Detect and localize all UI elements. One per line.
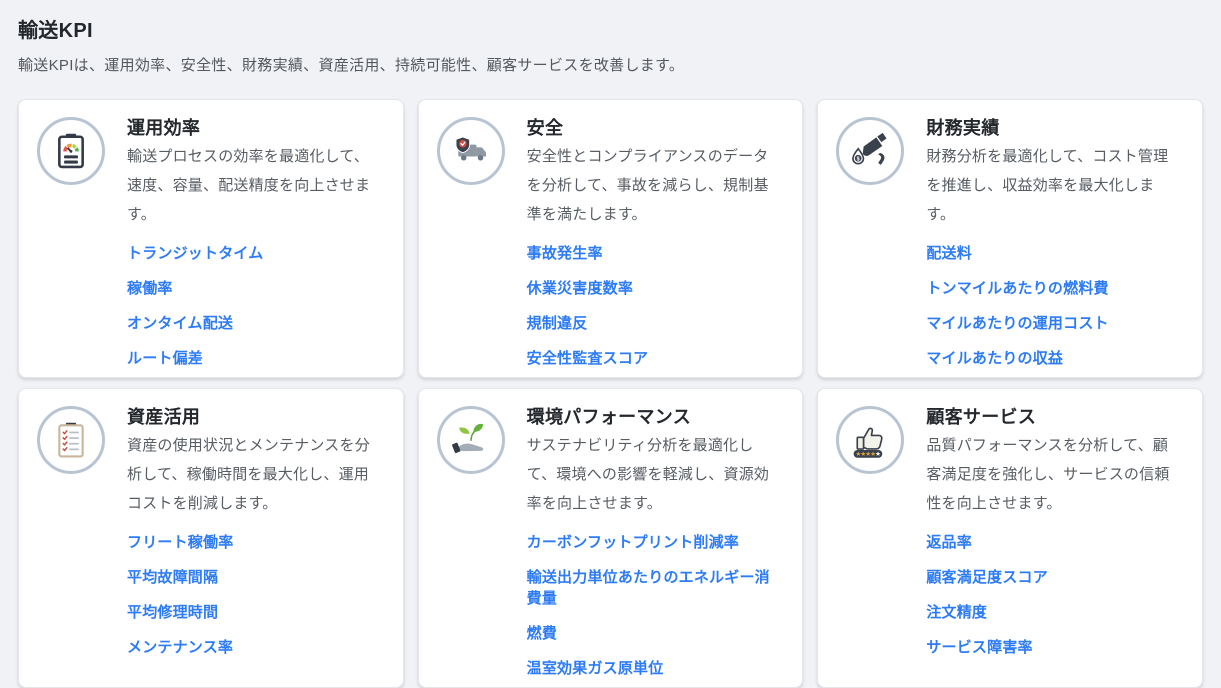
- kpi-link-utilization-rate[interactable]: 稼働率: [127, 278, 381, 299]
- kpi-link-accident-rate[interactable]: 事故発生率: [527, 243, 781, 264]
- kpi-card-grid: 運用効率 輸送プロセスの効率を最適化して、速度、容量、配送精度を向上させます。 …: [18, 99, 1203, 688]
- kpi-link-revenue-per-mile[interactable]: マイルあたりの収益: [926, 348, 1180, 369]
- kpi-link-maintenance-rate[interactable]: メンテナンス率: [127, 637, 381, 658]
- icon-ring: [437, 117, 505, 185]
- card-description: 安全性とコンプライアンスのデータを分析して、事故を減らし、規制基準を満たします。: [527, 142, 781, 229]
- checklist-clipboard-icon: [52, 421, 90, 459]
- icon-ring: [37, 117, 105, 185]
- kpi-link-return-rate[interactable]: 返品率: [926, 532, 1180, 553]
- icon-ring: [437, 406, 505, 474]
- kpi-link-customer-satisfaction-score[interactable]: 顧客満足度スコア: [926, 567, 1180, 588]
- transport-kpi-page: 輸送KPI 輸送KPIは、運用効率、安全性、財務実績、資産活用、持続可能性、顧客…: [0, 0, 1221, 688]
- card-description: サステナビリティ分析を最適化して、環境への影響を軽減し、資源効率を向上させます。: [527, 431, 781, 518]
- kpi-card-operational-efficiency: 運用効率 輸送プロセスの効率を最適化して、速度、容量、配送精度を向上させます。 …: [18, 99, 404, 378]
- kpi-link-lost-time-injury-rate[interactable]: 休業災害度数率: [527, 278, 781, 299]
- page-subtitle: 輸送KPIは、運用効率、安全性、財務実績、資産活用、持続可能性、顧客サービスを改…: [18, 54, 1203, 75]
- kpi-link-energy-consumption-per-output[interactable]: 輸送出力単位あたりのエネルギー消費量: [527, 567, 781, 609]
- kpi-link-on-time-delivery[interactable]: オンタイム配送: [127, 313, 381, 334]
- kpi-card-asset-utilization: 資産活用 資産の使用状況とメンテナンスを分析して、稼働時間を最大化し、運用コスト…: [18, 388, 404, 688]
- card-title: 資産活用: [127, 405, 381, 429]
- kpi-link-list: カーボンフットプリント削減率 輸送出力単位あたりのエネルギー消費量 燃費 温室効…: [527, 532, 781, 679]
- svg-text:$: $: [857, 156, 860, 162]
- kpi-link-list: 返品率 顧客満足度スコア 注文精度 サービス障害率: [926, 532, 1180, 658]
- kpi-link-safety-audit-score[interactable]: 安全性監査スコア: [527, 348, 781, 369]
- thumbs-up-stars-icon: [850, 420, 890, 460]
- card-title: 運用効率: [127, 116, 381, 140]
- kpi-link-operating-cost-per-mile[interactable]: マイルあたりの運用コスト: [926, 313, 1180, 334]
- page-title: 輸送KPI: [18, 14, 1203, 43]
- kpi-link-fuel-economy[interactable]: 燃費: [527, 623, 781, 644]
- kpi-link-delivery-cost[interactable]: 配送料: [926, 243, 1180, 264]
- card-description: 品質パフォーマンスを分析して、顧客満足度を強化し、サービスの信頼性を向上させます…: [926, 431, 1180, 518]
- kpi-link-fleet-utilization[interactable]: フリート稼働率: [127, 532, 381, 553]
- card-title: 安全: [527, 116, 781, 140]
- kpi-link-transit-time[interactable]: トランジットタイム: [127, 243, 381, 264]
- card-description: 財務分析を最適化して、コスト管理を推進し、収益効率を最大化します。: [926, 142, 1180, 229]
- kpi-link-mean-time-to-repair[interactable]: 平均修理時間: [127, 602, 381, 623]
- kpi-link-route-deviation[interactable]: ルート偏差: [127, 348, 381, 369]
- fuel-nozzle-dollar-icon: $: [850, 131, 890, 171]
- kpi-link-list: 事故発生率 休業災害度数率 規制違反 安全性監査スコア: [527, 243, 781, 369]
- icon-ring: [37, 406, 105, 474]
- hand-plant-icon: [451, 420, 491, 460]
- shield-truck-icon: [451, 131, 491, 171]
- card-title: 財務実績: [926, 116, 1180, 140]
- kpi-link-regulatory-violations[interactable]: 規制違反: [527, 313, 781, 334]
- kpi-card-customer-service: 顧客サービス 品質パフォーマンスを分析して、顧客満足度を強化し、サービスの信頼性…: [817, 388, 1203, 688]
- kpi-link-list: 配送料 トンマイルあたりの燃料費 マイルあたりの運用コスト マイルあたりの収益: [926, 243, 1180, 369]
- card-title: 顧客サービス: [926, 405, 1180, 429]
- kpi-card-safety: 安全 安全性とコンプライアンスのデータを分析して、事故を減らし、規制基準を満たし…: [418, 99, 804, 378]
- icon-ring: [836, 406, 904, 474]
- kpi-card-environmental-performance: 環境パフォーマンス サステナビリティ分析を最適化して、環境への影響を軽減し、資源…: [418, 388, 804, 688]
- kpi-link-fuel-cost-per-ton-mile[interactable]: トンマイルあたりの燃料費: [926, 278, 1180, 299]
- kpi-link-service-failure-rate[interactable]: サービス障害率: [926, 637, 1180, 658]
- kpi-link-carbon-footprint-reduction[interactable]: カーボンフットプリント削減率: [527, 532, 781, 553]
- card-title: 環境パフォーマンス: [527, 405, 781, 429]
- kpi-link-list: トランジットタイム 稼働率 オンタイム配送 ルート偏差: [127, 243, 381, 369]
- icon-ring: $: [836, 117, 904, 185]
- kpi-link-mean-time-between-failures[interactable]: 平均故障間隔: [127, 567, 381, 588]
- card-description: 輸送プロセスの効率を最適化して、速度、容量、配送精度を向上させます。: [127, 142, 381, 229]
- kpi-card-financial-performance: $ 財務実績 財務分析を最適化して、コスト管理を推進し、収益効率を最大化します。…: [817, 99, 1203, 378]
- kpi-link-ghg-intensity[interactable]: 温室効果ガス原単位: [527, 658, 781, 679]
- kpi-link-list: フリート稼働率 平均故障間隔 平均修理時間 メンテナンス率: [127, 532, 381, 658]
- card-description: 資産の使用状況とメンテナンスを分析して、稼働時間を最大化し、運用コストを削減しま…: [127, 431, 381, 518]
- gauge-clipboard-icon: [52, 132, 90, 170]
- kpi-link-order-accuracy[interactable]: 注文精度: [926, 602, 1180, 623]
